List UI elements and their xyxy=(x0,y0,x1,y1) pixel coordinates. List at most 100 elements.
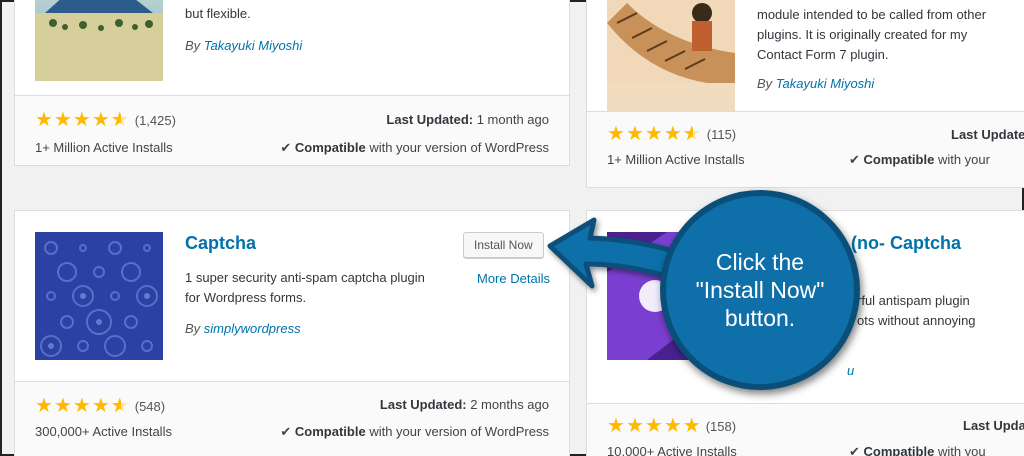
star-icon: ★ xyxy=(35,109,53,131)
author-link[interactable]: simplywordpress xyxy=(204,321,301,336)
plugin-card-footer: ★ ★ ★ ★ ★ ★ (1,425) 1+ Million Active Ins… xyxy=(15,95,569,165)
instruction-callout: Click the "Install Now" button. xyxy=(660,190,860,390)
captcha-pattern-artwork xyxy=(35,232,163,360)
half-star-icon: ★ ★ xyxy=(682,123,701,145)
plugin-card-footer: ★ ★ ★ ★ ★ ★ (115) 1+ Million Active Insta… xyxy=(587,111,1024,187)
plugin-author: u xyxy=(847,363,854,378)
by-prefix: By xyxy=(757,76,773,91)
last-updated: Last Upda xyxy=(963,418,1024,433)
active-installs: 300,000+ Active Installs xyxy=(35,424,172,439)
author-link[interactable]: Takayuki Miyoshi xyxy=(204,38,303,53)
half-star-icon: ★ ★ xyxy=(110,395,129,417)
star-icon: ★ xyxy=(53,395,72,417)
desc-line: module intended to be called from other xyxy=(757,7,987,22)
compat-rest: with you xyxy=(937,444,986,456)
compatibility: ✔ Compatible with you xyxy=(849,444,986,456)
active-installs: 1+ Million Active Installs xyxy=(607,152,745,167)
plugin-title[interactable]: Captcha xyxy=(185,233,256,254)
star-icon: ★ xyxy=(625,415,644,437)
last-updated-value: 2 months ago xyxy=(470,397,549,412)
last-updated-label: Last Updated: xyxy=(386,112,474,127)
star-rating: ★ ★ ★ ★ ★ ★ (115) xyxy=(607,124,736,144)
plugin-title[interactable]: (no- Captcha xyxy=(851,233,961,254)
star-rating: ★ ★ ★ ★ ★ ★ (548) xyxy=(35,396,165,416)
callout-line: Click the xyxy=(715,249,805,275)
compatibility: ✔ Compatible with your xyxy=(849,152,990,168)
plugin-author: By Takayuki Miyoshi xyxy=(757,76,874,91)
callout-line: "Install Now" xyxy=(695,277,825,303)
install-now-button[interactable]: Install Now xyxy=(463,232,544,258)
check-icon: ✔ xyxy=(280,140,292,155)
compat-rest: with your version of WordPress xyxy=(369,140,549,155)
rating-count: (548) xyxy=(134,398,166,414)
star-icon: ★ xyxy=(644,415,663,437)
star-icon: ★ xyxy=(682,415,701,437)
bridge-artwork xyxy=(607,0,735,83)
by-prefix: By xyxy=(185,38,201,53)
rating-count: (115) xyxy=(706,126,737,142)
compatibility: ✔ Compatible with your version of WordPr… xyxy=(280,424,549,440)
star-icon: ★ xyxy=(663,123,682,145)
plugin-author: By simplywordpress xyxy=(185,321,301,336)
star-rating: ★ ★ ★ ★ ★ (158) xyxy=(607,416,736,436)
compat-strong: Compatible xyxy=(863,152,935,167)
plugin-card-captcha: Captcha Install Now More Details 1 super… xyxy=(14,210,570,456)
last-updated: Last Update xyxy=(951,127,1024,142)
check-icon: ✔ xyxy=(849,444,860,456)
star-icon: ★ xyxy=(644,123,663,145)
plugin-card-top-right: module intended to be called from other … xyxy=(586,0,1024,188)
desc-line: plugins. It is originally created for my xyxy=(757,27,968,42)
desc-line: for Wordpress forms. xyxy=(185,290,307,305)
plugin-author: By Takayuki Miyoshi xyxy=(185,38,302,53)
check-icon: ✔ xyxy=(849,152,860,167)
desc-line: 1 super security anti-spam captcha plugi… xyxy=(185,270,425,285)
author-link[interactable]: u xyxy=(847,363,854,378)
last-updated-label: Last Updated: xyxy=(379,397,467,412)
compatibility: ✔ Compatible with your version of WordPr… xyxy=(280,140,549,156)
active-installs: 1+ Million Active Installs xyxy=(35,140,173,155)
plugin-card-footer: ★ ★ ★ ★ ★ ★ (548) 300,000+ Active Install… xyxy=(15,381,569,456)
star-icon: ★ xyxy=(72,395,91,417)
star-icon: ★ xyxy=(35,395,53,417)
compat-rest: with your version of WordPress xyxy=(369,424,549,439)
plugin-description: module intended to be called from other … xyxy=(757,5,986,65)
star-icon: ★ xyxy=(663,415,682,437)
compat-strong: Compatible xyxy=(294,424,366,439)
mountain-artwork xyxy=(35,0,163,81)
plugin-card-top-left: but flexible. By Takayuki Miyoshi ★ ★ ★ … xyxy=(14,0,570,166)
star-icon: ★ xyxy=(625,123,644,145)
active-installs: 10,000+ Active Installs xyxy=(607,444,737,456)
plugin-card-footer: ★ ★ ★ ★ ★ (158) 10,000+ Active Installs … xyxy=(587,403,1024,456)
last-updated-value: 1 month ago xyxy=(476,112,549,127)
plugin-description: rful antispam plugin ots without annoyin… xyxy=(857,291,976,331)
last-updated: Last Updated: 1 month ago xyxy=(386,112,549,127)
star-icon: ★ xyxy=(53,109,72,131)
plugin-thumbnail[interactable] xyxy=(607,0,735,111)
by-prefix: By xyxy=(185,321,201,336)
star-rating: ★ ★ ★ ★ ★ ★ (1,425) xyxy=(35,110,176,130)
desc-line: Contact Form 7 plugin. xyxy=(757,47,889,62)
star-icon: ★ xyxy=(607,123,625,145)
compat-strong: Compatible xyxy=(294,140,366,155)
star-icon: ★ xyxy=(91,109,110,131)
desc-line: ots without annoying xyxy=(857,313,976,328)
plugin-description: 1 super security anti-spam captcha plugi… xyxy=(185,268,425,308)
last-updated: Last Updated: 2 months ago xyxy=(380,397,549,412)
plugin-description: but flexible. xyxy=(185,6,251,21)
plugin-thumbnail[interactable] xyxy=(35,232,163,360)
last-updated-label: Last Upda xyxy=(963,418,1024,433)
author-link[interactable]: Takayuki Miyoshi xyxy=(776,76,875,91)
callout-line: button. xyxy=(724,305,796,331)
star-icon: ★ xyxy=(72,109,91,131)
rating-count: (1,425) xyxy=(134,112,176,128)
desc-line: rful antispam plugin xyxy=(857,293,970,308)
plugin-thumbnail[interactable] xyxy=(35,0,163,81)
star-icon: ★ xyxy=(91,395,110,417)
half-star-icon: ★ ★ xyxy=(110,109,129,131)
compat-strong: Compatible xyxy=(863,444,935,456)
star-icon: ★ xyxy=(607,415,625,437)
rating-count: (158) xyxy=(705,418,737,434)
more-details-link[interactable]: More Details xyxy=(477,271,550,286)
check-icon: ✔ xyxy=(280,424,292,439)
compat-rest: with your xyxy=(937,152,990,167)
